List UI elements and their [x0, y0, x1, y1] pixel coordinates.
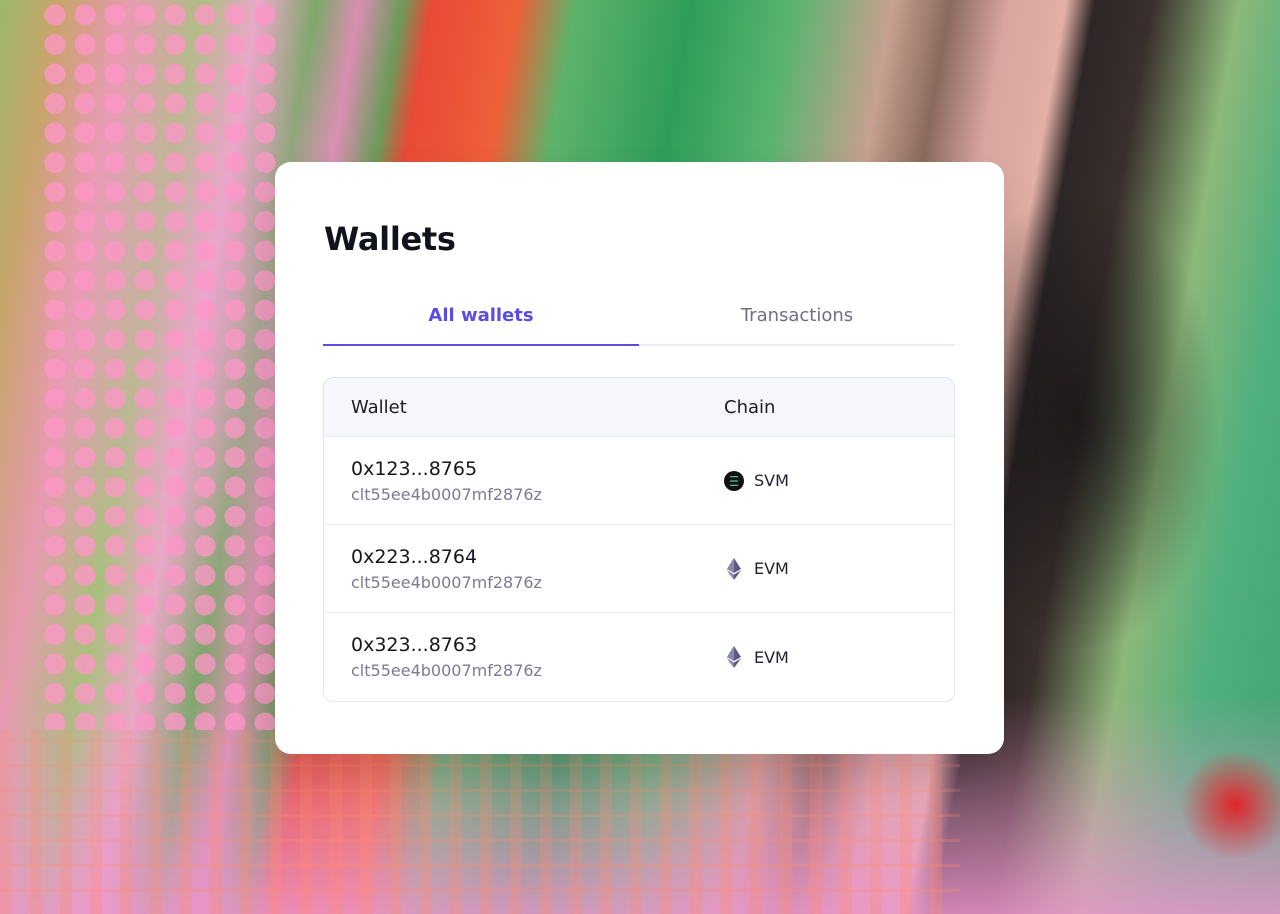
column-header-chain: Chain — [724, 396, 776, 418]
wallet-id: clt55ee4b0007mf2876z — [351, 661, 542, 680]
wallets-table: Wallet Chain 0x123...8765 clt55ee4b0007m… — [323, 377, 955, 702]
wallet-address: 0x123...8765 — [351, 457, 478, 480]
chain-name: EVM — [754, 559, 789, 578]
background-dot-pattern — [40, 0, 280, 730]
chain-cell: EVM — [724, 557, 954, 580]
wallet-cell: 0x323...8763 clt55ee4b0007mf2876z — [324, 633, 724, 681]
chain-name: SVM — [754, 471, 789, 490]
ethereum-icon — [724, 557, 744, 580]
ethereum-icon — [724, 646, 744, 668]
tab-all-wallets[interactable]: All wallets — [323, 294, 639, 346]
solana-icon — [724, 470, 744, 491]
table-row[interactable]: 0x323...8763 clt55ee4b0007mf2876z EVM — [324, 613, 954, 701]
wallet-cell: 0x123...8765 clt55ee4b0007mf2876z — [324, 457, 724, 505]
table-header: Wallet Chain — [324, 378, 954, 437]
chain-name: EVM — [754, 647, 789, 667]
chain-cell: SVM — [724, 470, 954, 491]
wallet-address: 0x323...8763 — [351, 634, 478, 656]
wallet-id: clt55ee4b0007mf2876z — [351, 572, 542, 592]
table-row[interactable]: 0x223...8764 clt55ee4b0007mf2876z EVM — [324, 525, 954, 613]
tab-bar: All wallets Transactions — [323, 294, 955, 346]
wallet-cell: 0x223...8764 clt55ee4b0007mf2876z — [324, 545, 724, 593]
wallet-address: 0x223...8764 — [351, 545, 478, 568]
wallets-card: Wallets All wallets Transactions Wallet … — [275, 162, 1004, 754]
page-title: Wallets — [324, 220, 456, 258]
table-row[interactable]: 0x123...8765 clt55ee4b0007mf2876z SVM — [324, 437, 954, 525]
background-grid-pattern — [0, 730, 960, 914]
chain-cell: EVM — [724, 646, 954, 668]
column-header-wallet: Wallet — [351, 396, 407, 418]
tab-transactions[interactable]: Transactions — [639, 294, 955, 344]
wallet-id: clt55ee4b0007mf2876z — [351, 484, 542, 504]
